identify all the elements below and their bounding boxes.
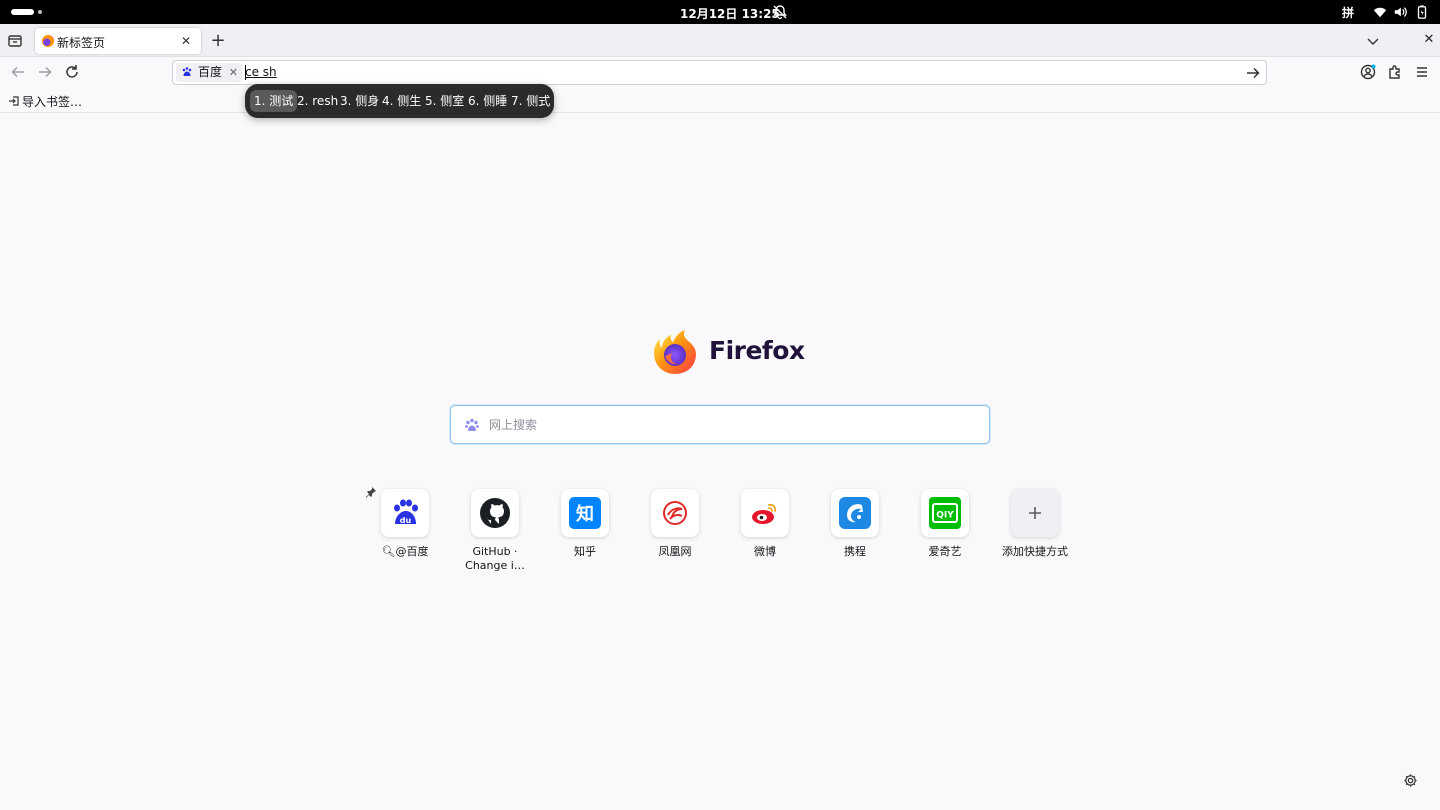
- chip-close-icon[interactable]: ✕: [229, 63, 238, 82]
- shortcut-label: GitHub · Change i…: [465, 545, 525, 572]
- account-icon[interactable]: [1359, 63, 1377, 81]
- search-engine-name: 百度: [198, 65, 223, 79]
- tab-title: 新标签页: [57, 36, 106, 50]
- shortcut-label: 🔍︎@百度: [381, 545, 429, 558]
- svg-text:du: du: [400, 516, 412, 525]
- zhihu-icon: 知: [561, 489, 609, 537]
- window-close-button[interactable]: ✕: [1421, 32, 1437, 48]
- address-bar-text: ce sh: [245, 65, 277, 79]
- firefox-wordmark: Firefox: [709, 336, 805, 365]
- baidu-paw-icon: [182, 67, 192, 76]
- shortcut-label: 爱奇艺: [928, 545, 962, 558]
- ime-candidate[interactable]: 1. 测试: [250, 90, 298, 112]
- go-arrow-icon[interactable]: [1244, 64, 1262, 82]
- wifi-icon[interactable]: [1373, 5, 1387, 19]
- chevron-down-icon[interactable]: [1365, 33, 1381, 49]
- notifications-muted-icon: [773, 5, 787, 20]
- github-icon: [471, 489, 519, 537]
- shortcut-label: 知乎: [574, 545, 596, 558]
- shortcut-label: 微博: [754, 545, 776, 558]
- ime-candidate-popup: 1. 测试 2. resh 3. 侧身 4. 侧生 5. 侧室 6. 侧睡 7. 侧式: [245, 84, 554, 118]
- import-bookmarks-label: 导入书签…: [22, 95, 83, 109]
- bookmarks-toolbar: 导入书签…: [0, 87, 1440, 113]
- new-tab-button[interactable]: +: [208, 31, 228, 51]
- ime-candidate[interactable]: 3. 侧身: [336, 90, 383, 112]
- hamburger-menu-icon[interactable]: [1413, 63, 1431, 81]
- import-icon: [9, 96, 19, 106]
- forward-arrow-icon[interactable]: [36, 63, 54, 81]
- navigation-toolbar: 百度 ✕ ce sh: [0, 57, 1440, 87]
- tab-close-icon[interactable]: ✕: [177, 32, 195, 50]
- web-search-input[interactable]: [489, 415, 969, 435]
- address-bar[interactable]: 百度 ✕ ce sh: [172, 60, 1267, 85]
- workspace-dot: [38, 10, 42, 14]
- ime-candidate[interactable]: 5. 侧室: [421, 90, 468, 112]
- reload-icon[interactable]: [63, 63, 81, 81]
- ctrip-icon: [831, 489, 879, 537]
- ifeng-icon: [651, 489, 699, 537]
- svg-text:QIY: QIY: [936, 511, 954, 521]
- shortcut-label: 凤凰网: [658, 545, 692, 558]
- plus-icon: [1011, 489, 1059, 537]
- gear-icon[interactable]: [1403, 773, 1418, 788]
- system-clock[interactable]: 12月12日 13:25: [680, 5, 780, 22]
- activities-indicator[interactable]: [11, 9, 34, 15]
- ime-candidate[interactable]: 6. 侧睡: [464, 90, 511, 112]
- svg-text:知: 知: [576, 503, 594, 525]
- web-search-box[interactable]: [450, 405, 990, 444]
- firefox-favicon-icon: [42, 35, 54, 47]
- baidu-paw-icon: [465, 418, 479, 431]
- import-bookmarks-button[interactable]: 导入书签…: [8, 93, 82, 110]
- text-caret: [245, 65, 246, 80]
- volume-icon[interactable]: [1393, 5, 1407, 19]
- input-method-indicator[interactable]: 拼: [1342, 4, 1354, 21]
- tab-new-tab[interactable]: 新标签页 ✕: [35, 28, 201, 54]
- tab-strip: 新标签页 ✕ + ✕: [0, 24, 1440, 57]
- system-top-bar: 12月12日 13:25 拼: [0, 0, 1440, 24]
- shortcut-label: 携程: [844, 545, 866, 558]
- firefox-view-icon[interactable]: [6, 32, 24, 50]
- shortcut-label: 添加快捷方式: [1002, 545, 1068, 558]
- battery-icon[interactable]: [1415, 5, 1429, 19]
- extensions-puzzle-icon[interactable]: [1386, 63, 1404, 81]
- search-engine-chip[interactable]: 百度 ✕: [176, 63, 243, 82]
- ime-candidate[interactable]: 7. 侧式: [507, 90, 554, 112]
- firefox-logo-icon: [654, 330, 696, 374]
- back-arrow-icon[interactable]: [9, 63, 27, 81]
- ime-candidate[interactable]: 2. resh: [293, 90, 342, 112]
- iqiyi-icon: QIY: [921, 489, 969, 537]
- pin-icon: [366, 487, 376, 498]
- baidu-icon: du: [381, 489, 429, 537]
- weibo-icon: [741, 489, 789, 537]
- ime-candidate[interactable]: 4. 侧生: [378, 90, 425, 112]
